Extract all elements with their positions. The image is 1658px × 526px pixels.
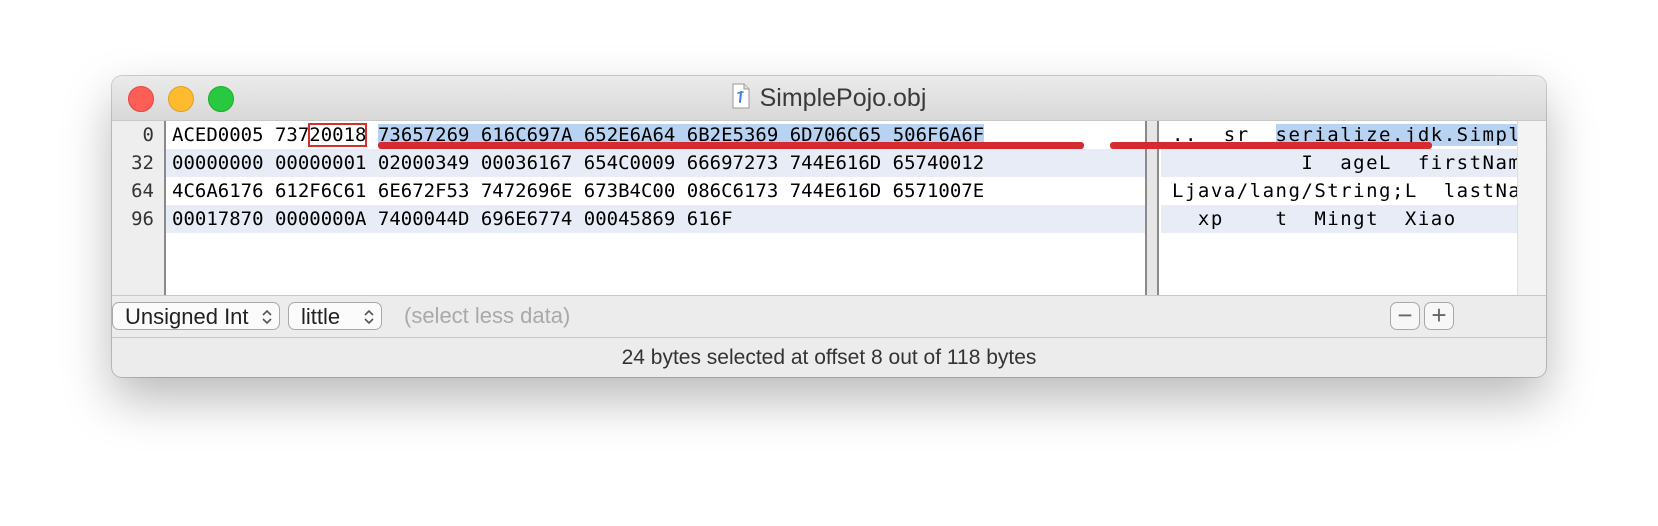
offset-label: 96 [131, 208, 154, 230]
hex-content-area: 0 32 64 96 ACED0005 73720018 73657269 61… [112, 120, 1546, 296]
data-type-select[interactable]: Unsigned Int [112, 302, 280, 330]
add-row-button[interactable]: + [1424, 302, 1454, 330]
title-bar[interactable]: SimplePojo.obj [112, 76, 1546, 120]
offset-gutter: 0 32 64 96 [112, 121, 166, 295]
data-type-value: Unsigned Int [125, 304, 249, 329]
document-icon [732, 83, 750, 109]
status-bar: 24 bytes selected at offset 8 out of 118… [621, 346, 1037, 369]
ascii-row[interactable]: xp t Mingt Xiao [1161, 205, 1546, 233]
offset-label: 0 [142, 124, 154, 146]
updown-chevron-icon [262, 309, 272, 325]
hex-row[interactable]: 00017870 0000000A 7400044D 696E6774 0004… [166, 205, 1145, 233]
remove-row-button[interactable]: − [1390, 302, 1420, 330]
hex-editor-window: SimplePojo.obj 0 32 64 96 ACED0005 73720… [112, 76, 1546, 377]
window-title: SimplePojo.obj [759, 84, 927, 112]
hex-row[interactable]: 4C6A6176 612F6C61 6E672F53 7472696E 673B… [166, 177, 1145, 205]
length-bytes-highlight[interactable]: 20018 [308, 123, 368, 147]
ascii-selection-underline [1110, 142, 1432, 149]
updown-chevron-icon [364, 309, 374, 325]
offset-label: 32 [131, 152, 154, 174]
inspector-hint: (select less data) [404, 303, 571, 328]
hex-gap [366, 124, 377, 146]
bottom-toolbar: Unsigned Int little (select less data) −… [112, 296, 1546, 338]
hex-row[interactable]: 00000000 00000001 02000349 00036167 654C… [166, 149, 1145, 177]
ascii-row[interactable]: I ageL firstNamet [1161, 149, 1546, 177]
offset-label: 64 [131, 180, 154, 202]
ascii-row[interactable]: Ljava/lang/String;L lastNameq ~ [1161, 177, 1546, 205]
endian-value: little [301, 304, 341, 329]
hex-selection-underline [378, 142, 1084, 149]
scroll-strip[interactable] [1517, 121, 1546, 295]
hex-bytes[interactable]: ACED0005 737 [172, 124, 309, 146]
endian-select[interactable]: little [288, 302, 382, 330]
